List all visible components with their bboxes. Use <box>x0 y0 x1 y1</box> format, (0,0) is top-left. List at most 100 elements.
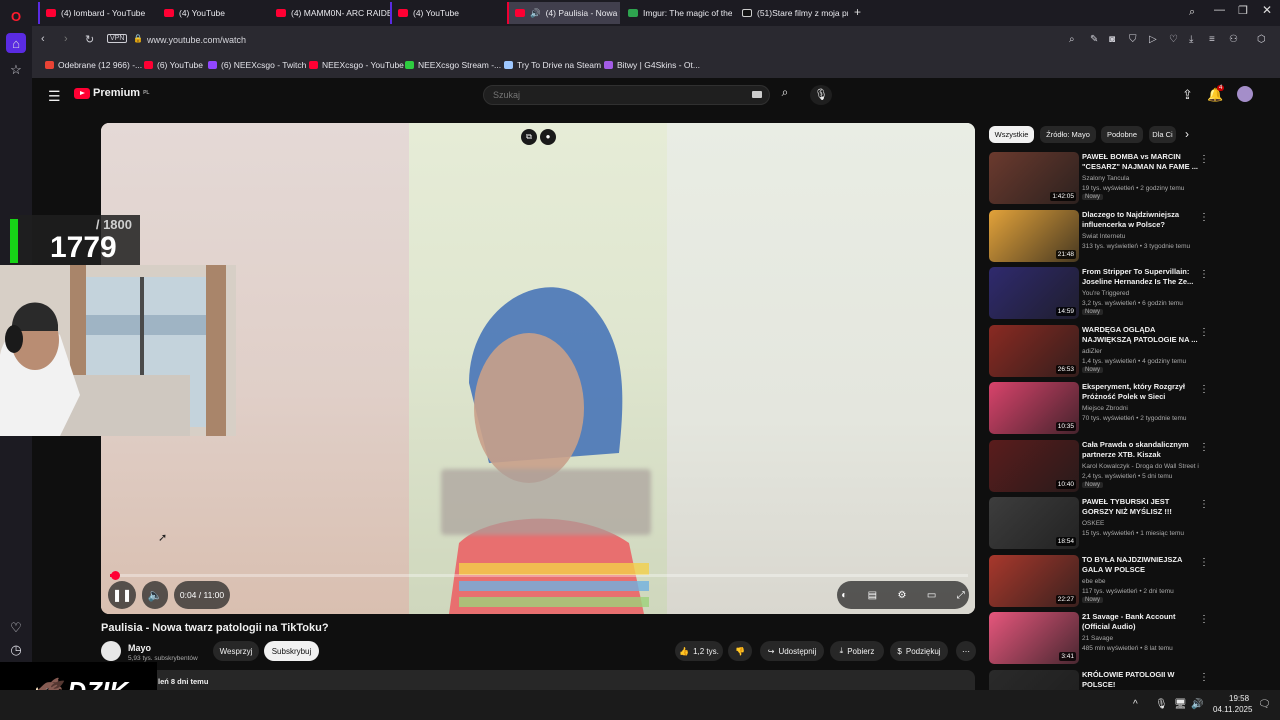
more-options-icon[interactable]: ⋮ <box>1199 269 1209 280</box>
more-options-icon[interactable]: ⋮ <box>1199 557 1209 568</box>
chip-source[interactable]: Źródło: Mayo <box>1040 126 1096 143</box>
fullscreen-icon[interactable]: ⤢ <box>957 590 965 601</box>
recommendation-title[interactable]: TO BYŁA NAJDZIWNIEJSZA GALA W POLSCE <box>1082 555 1200 575</box>
youtube-logo[interactable]: Premium PL <box>74 87 149 99</box>
autoplay-toggle[interactable]: ◐ <box>841 590 847 601</box>
more-options-icon[interactable]: ⋮ <box>1199 614 1209 625</box>
subscribe-button[interactable]: Subskrybuj <box>264 641 319 661</box>
recommendation-item[interactable]: 10:35 Eksperyment, który Rozgrzył Próżnoś… <box>989 382 1209 434</box>
forward-button[interactable]: › <box>64 33 68 45</box>
chip-similar[interactable]: Podobne <box>1101 126 1143 143</box>
recommendation-channel[interactable]: OSKEE <box>1082 520 1200 527</box>
recommendation-channel[interactable]: Świat Internetu <box>1082 233 1200 240</box>
chip-all[interactable]: Wszystkie <box>989 126 1034 143</box>
like-button[interactable]: 👍 1,2 tys. <box>675 641 723 661</box>
opera-logo-icon[interactable]: O <box>6 6 26 26</box>
video-thumbnail[interactable] <box>989 669 1079 690</box>
keyboard-icon[interactable] <box>752 91 762 98</box>
tab[interactable]: (51)Stare filmy z moja prze <box>734 2 848 24</box>
new-tab-button[interactable]: + <box>854 5 861 19</box>
recommendation-channel[interactable]: Szalony Tancula <box>1082 175 1200 182</box>
more-actions-button[interactable]: ⋯ <box>956 641 976 661</box>
volume-icon[interactable]: 🔈 <box>142 581 168 609</box>
bookmark-item[interactable]: Bitwy | G4Skins - Ot... <box>604 60 700 70</box>
volume-tray-icon[interactable]: 🔊 <box>1191 699 1203 710</box>
video-thumbnail[interactable]: 26:53 <box>989 324 1079 377</box>
settings-gear-icon[interactable]: ⚙ <box>898 590 907 601</box>
menu-icon[interactable]: ≡ <box>1209 34 1215 45</box>
heart-outline-icon[interactable]: ♡ <box>1169 34 1178 45</box>
video-thumbnail[interactable]: 22:27 <box>989 554 1079 607</box>
recommendation-title[interactable]: 21 Savage - Bank Account (Official Audio… <box>1082 612 1200 632</box>
record-icon[interactable]: ● <box>540 129 556 145</box>
recommendation-item[interactable]: 10:40 Cała Prawda o skandalicznym partner… <box>989 439 1209 492</box>
bookmark-item[interactable]: (6) NEEXcsgo - Twitch <box>208 60 306 70</box>
upload-icon[interactable]: ⇪ <box>1182 87 1193 103</box>
download-icon[interactable]: ⤓ <box>1189 34 1193 45</box>
tab[interactable]: Imgur: The magic of the I <box>620 2 732 24</box>
more-options-icon[interactable]: ⋮ <box>1199 327 1209 338</box>
recommendation-title[interactable]: From Stripper To Supervillain: Joseline … <box>1082 267 1200 287</box>
recommendation-item[interactable]: 1:42:05 PAWEŁ BOMBA vs MARCIN "CESARZ" NA… <box>989 152 1209 204</box>
tab[interactable]: (4) MAMM0N- ARC RAIDE <box>268 2 390 24</box>
recommendation-item[interactable]: 14:59 From Stripper To Supervillain: Jose… <box>989 267 1209 319</box>
recommendation-item[interactable]: 26:53 WARDĘGA OGLĄDA NAJWIĘKSZĄ PATOLOGIE… <box>989 324 1209 377</box>
recommendation-channel[interactable]: Miejsce Zbrodni <box>1082 405 1200 412</box>
video-thumbnail[interactable]: 14:59 <box>989 267 1079 319</box>
recommendation-item[interactable]: 3:41 21 Savage - Bank Account (Official A… <box>989 612 1209 664</box>
vpn-badge[interactable]: VPN <box>107 34 128 43</box>
url-field[interactable]: www.youtube.com/watch <box>147 35 246 45</box>
recommendation-item[interactable]: KRÓLOWIE PATOLOGII W POLSCE!Tylko Typowi… <box>989 669 1209 690</box>
camera-icon[interactable]: ◙ <box>1109 34 1115 45</box>
scrollbar[interactable] <box>1268 78 1276 690</box>
account-avatar[interactable] <box>1237 86 1253 102</box>
tab-active[interactable]: 🔊 (4) Paulisia - Nowa tw <box>507 2 620 24</box>
recommendation-item[interactable]: 21:48 Dlaczego to Najdziwniejsza influenc… <box>989 209 1209 262</box>
play-icon[interactable]: ▷ <box>1149 34 1157 45</box>
heart-icon[interactable]: ♡ <box>6 618 26 638</box>
search-input[interactable] <box>483 85 770 105</box>
network-icon[interactable]: 🖥 <box>1174 699 1187 710</box>
dislike-button[interactable]: 👎 <box>728 641 752 661</box>
bookmark-item[interactable]: (6) YouTube <box>144 60 203 70</box>
recommendation-channel[interactable]: ebe ebe <box>1082 578 1200 585</box>
more-options-icon[interactable]: ⋮ <box>1199 442 1209 453</box>
video-thumbnail[interactable]: 3:41 <box>989 612 1079 664</box>
mic-icon[interactable]: 🎙 <box>810 85 832 105</box>
tab[interactable]: (4) YouTube <box>156 2 268 24</box>
thanks-button[interactable]: $ Podziękuj <box>890 641 948 661</box>
bookmark-item[interactable]: NEEXcsgo Stream -... <box>405 60 501 70</box>
more-options-icon[interactable]: ⋮ <box>1199 212 1209 223</box>
bookmark-item[interactable]: Try To Drive na Steam <box>504 60 601 70</box>
more-options-icon[interactable]: ⋮ <box>1199 672 1209 683</box>
recommendation-item[interactable]: 18:54 PAWEŁ TYBURSKI JEST GORSZY NIŻ MYŚL… <box>989 497 1209 549</box>
more-options-icon[interactable]: ⋮ <box>1199 384 1209 395</box>
recommendation-item[interactable]: 22:27 TO BYŁA NAJDZIWNIEJSZA GALA W POLSC… <box>989 554 1209 607</box>
video-thumbnail[interactable]: 1:42:05 <box>989 152 1079 204</box>
video-thumbnail[interactable]: 21:48 <box>989 209 1079 262</box>
join-button[interactable]: Wesprzyj <box>213 641 259 661</box>
notifications-icon[interactable]: 🗨 <box>1258 699 1271 710</box>
speaker-icon[interactable]: 🔊 <box>530 8 541 19</box>
profile-icon[interactable]: ⚇ <box>1229 34 1238 45</box>
tab[interactable]: (4) lombard - YouTube <box>38 2 156 24</box>
extensions-icon[interactable]: ⬡ <box>1257 34 1266 45</box>
description-box[interactable] <box>101 670 975 690</box>
minimize-button[interactable]: — <box>1214 4 1225 16</box>
tray-expand-icon[interactable]: ^ <box>1133 699 1138 710</box>
recommendation-channel[interactable]: You're Triggered <box>1082 290 1200 297</box>
recommendation-title[interactable]: PAWEŁ TYBURSKI JEST GORSZY NIŻ MYŚLISZ !… <box>1082 497 1200 517</box>
search-button[interactable]: ⌕ <box>774 85 796 105</box>
recommendation-title[interactable]: Dlaczego to Najdziwniejsza influencerka … <box>1082 210 1200 230</box>
recommendation-title[interactable]: PAWEŁ BOMBA vs MARCIN "CESARZ" NAJMAN NA… <box>1082 152 1200 172</box>
video-thumbnail[interactable]: 10:35 <box>989 382 1079 434</box>
back-button[interactable]: ‹ <box>41 33 45 45</box>
bookmark-item[interactable]: NEEXcsgo - YouTube <box>309 60 404 70</box>
subtitles-icon[interactable]: ▤ <box>868 590 877 601</box>
channel-name[interactable]: Mayo <box>128 643 151 653</box>
progress-bar[interactable] <box>110 571 968 580</box>
video-thumbnail[interactable]: 18:54 <box>989 497 1079 549</box>
recommendation-title[interactable]: WARDĘGA OGLĄDA NAJWIĘKSZĄ PATOLOGIE NA .… <box>1082 325 1200 345</box>
recommendation-channel[interactable]: adiZler <box>1082 348 1200 355</box>
recommendation-title[interactable]: KRÓLOWIE PATOLOGII W POLSCE! <box>1082 670 1200 690</box>
